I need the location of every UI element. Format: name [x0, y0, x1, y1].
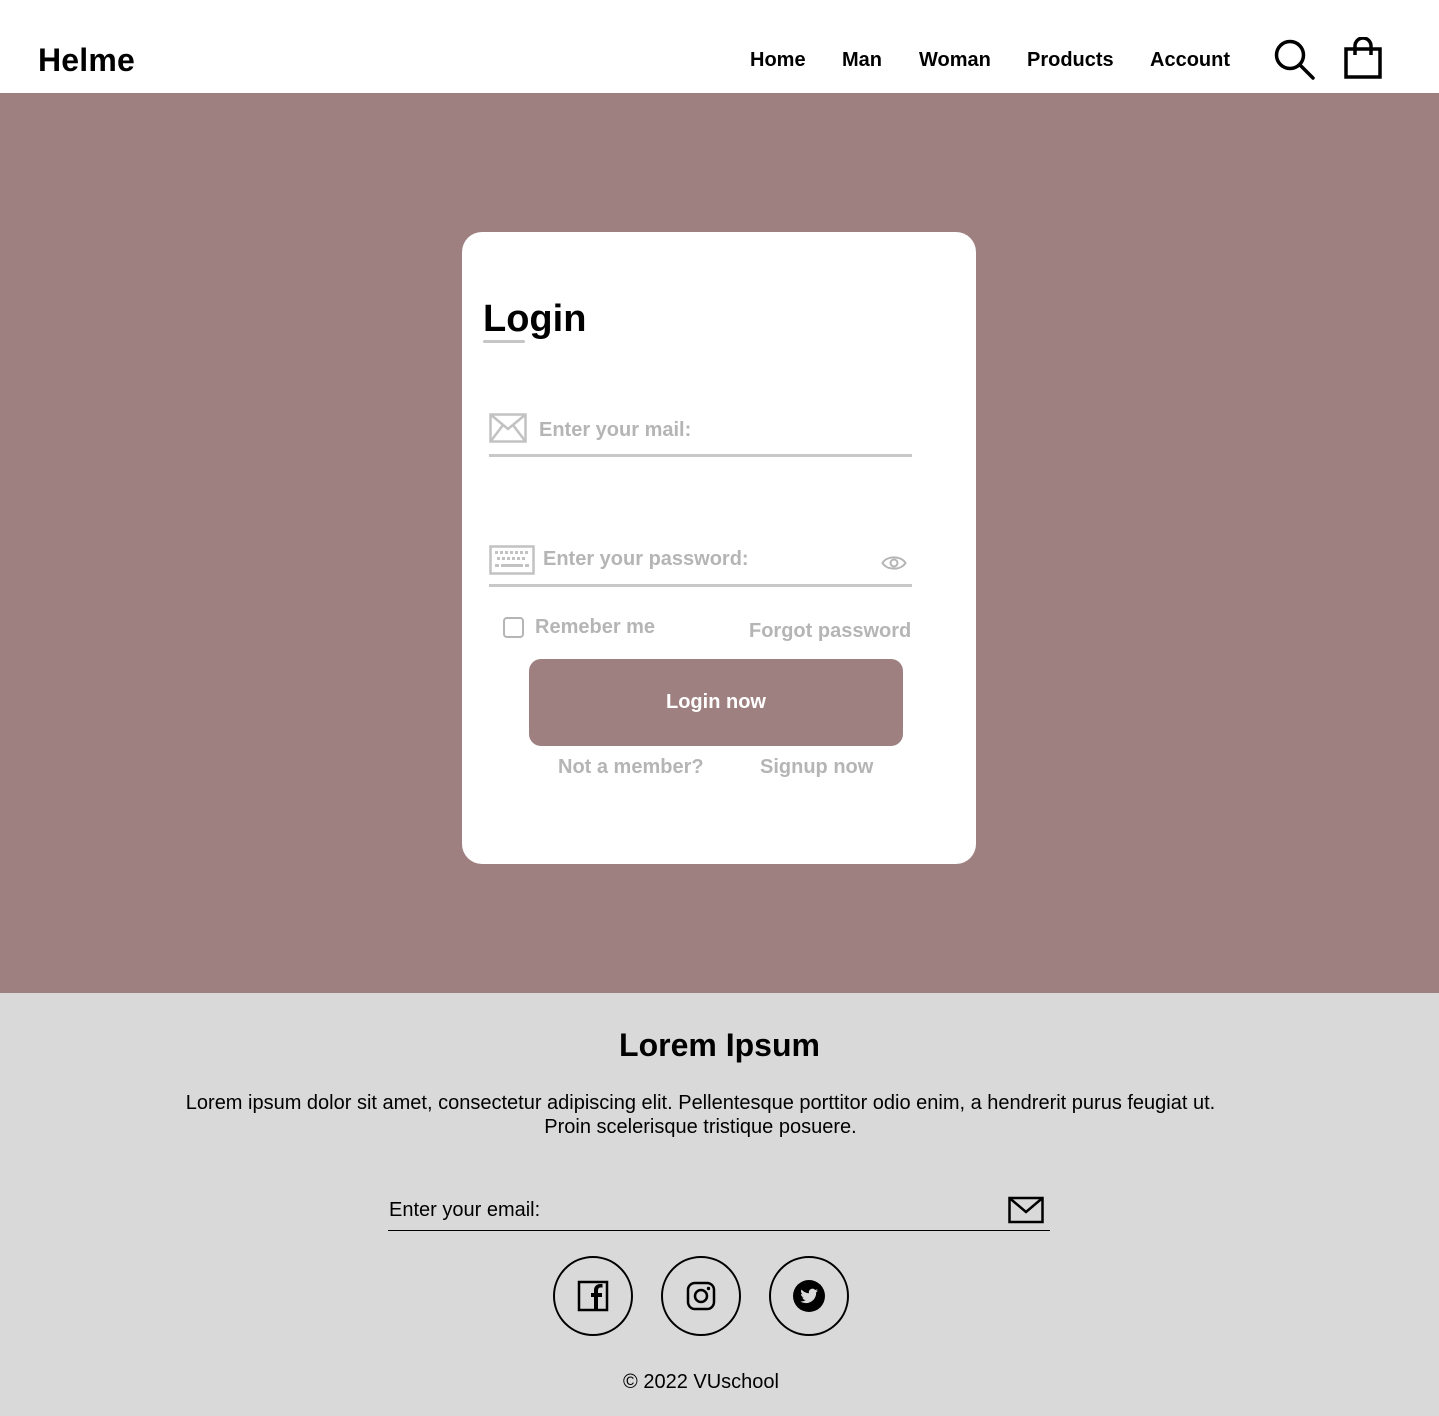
email-field	[489, 409, 912, 457]
search-button[interactable]	[1273, 38, 1315, 80]
instagram-link[interactable]	[661, 1256, 741, 1336]
envelope-icon[interactable]	[1008, 1196, 1044, 1224]
login-button[interactable]: Login now	[529, 659, 903, 746]
site-logo[interactable]: Helme	[38, 42, 135, 79]
hero-section: Login Enter your mail: Remeber me Forgot…	[0, 93, 1439, 993]
remember-label: Remeber me	[535, 616, 656, 638]
not-member-text: Not a member?	[558, 756, 704, 778]
site-footer: Lorem Ipsum Lorem ipsum dolor sit amet, …	[0, 993, 1439, 1416]
password-input[interactable]	[543, 542, 873, 576]
footer-text-line-2: Proin scelerisque tristique posuere.	[544, 1116, 857, 1138]
footer-description: Lorem ipsum dolor sit amet, consectetur …	[120, 1091, 1281, 1139]
keyboard-icon	[489, 545, 535, 575]
footer-text-line-1: Lorem ipsum dolor sit amet, consectetur …	[185, 1092, 1216, 1114]
site-header: Helme Home Man Woman Products Account	[0, 0, 1439, 93]
eye-icon[interactable]	[881, 553, 907, 573]
nav-item-account[interactable]: Account	[1150, 49, 1230, 72]
login-card: Login Enter your mail: Remeber me Forgot…	[462, 232, 976, 864]
shopping-bag-icon	[1344, 36, 1382, 79]
forgot-password-link[interactable]: Forgot password	[749, 620, 911, 643]
title-underline	[483, 340, 525, 343]
password-field	[489, 542, 912, 587]
nav-item-woman[interactable]: Woman	[919, 49, 991, 72]
nav-item-products[interactable]: Products	[1027, 49, 1114, 72]
cart-button[interactable]	[1344, 36, 1382, 79]
facebook-icon	[577, 1280, 609, 1312]
envelope-icon	[489, 413, 527, 443]
newsletter-email-input[interactable]	[389, 1195, 979, 1225]
twitter-link[interactable]	[769, 1256, 849, 1336]
newsletter-field	[388, 1189, 1050, 1231]
footer-title: Lorem Ipsum	[619, 1027, 820, 1063]
login-title: Login	[483, 298, 587, 340]
facebook-link[interactable]	[553, 1256, 633, 1336]
email-input[interactable]	[539, 413, 899, 447]
remember-checkbox[interactable]	[503, 617, 524, 638]
search-icon	[1274, 39, 1315, 80]
instagram-icon	[686, 1281, 716, 1311]
twitter-icon	[793, 1280, 825, 1312]
copyright-text: © 2022 VUschool	[623, 1371, 779, 1393]
signup-link[interactable]: Signup now	[760, 756, 873, 779]
nav-item-home[interactable]: Home	[750, 49, 806, 72]
nav-item-man[interactable]: Man	[842, 49, 882, 72]
